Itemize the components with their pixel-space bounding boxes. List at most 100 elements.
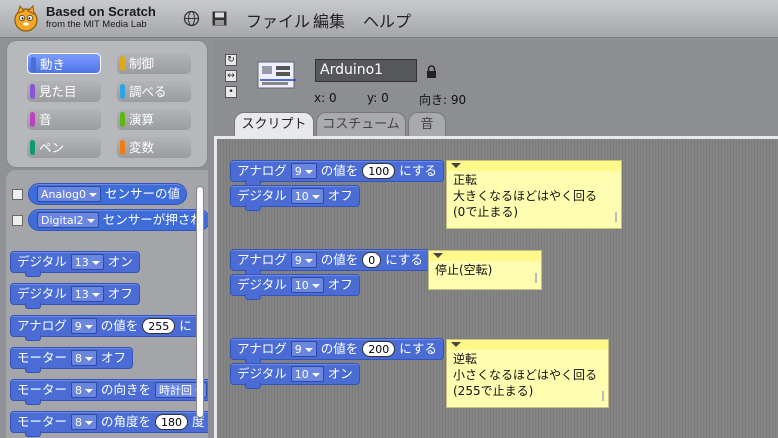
pin-dropdown[interactable]: 8 xyxy=(71,414,98,430)
script-area[interactable]: アナログ 9 の値を 100 にする デジタル 10 オフ 正転 大きくなるほど… xyxy=(214,136,778,438)
block-text: にする xyxy=(399,163,437,178)
block-text: モーター xyxy=(17,350,68,365)
script-digital-block[interactable]: デジタル 10 オン xyxy=(230,363,360,389)
script-analog-block[interactable]: アナログ 9 の値を 200 にする xyxy=(230,338,444,364)
sprite-y: y: 0 xyxy=(367,91,389,105)
tab-sounds[interactable]: 音 xyxy=(408,112,446,136)
category-sound[interactable]: 音 xyxy=(27,109,101,130)
category-control[interactable]: 制御 xyxy=(117,53,191,74)
category-variables[interactable]: 変数 xyxy=(117,137,191,158)
sprite-name-input[interactable]: Arduino1 xyxy=(315,59,417,82)
comment-header xyxy=(447,340,608,350)
menu-edit[interactable]: 編集 xyxy=(313,8,345,32)
palette-motor-off-block[interactable]: モーター 8 オフ xyxy=(10,347,134,373)
pin-dropdown[interactable]: 9 xyxy=(290,163,317,179)
palette-motor-angle-block[interactable]: モーター 8 の角度を 180 度 xyxy=(10,411,208,437)
tab-costumes[interactable]: コスチューム xyxy=(316,112,406,136)
comment-line: 小さくなるほどはやく回る xyxy=(453,368,598,382)
category-swatch xyxy=(120,56,125,71)
comment-header xyxy=(447,161,621,171)
value-input[interactable]: 0 xyxy=(362,252,382,268)
comment-line: 逆転 xyxy=(453,352,478,366)
block-text: デジタル xyxy=(237,366,287,381)
pin-dropdown[interactable]: 8 xyxy=(71,382,98,398)
rotate-style-left-right-icon[interactable]: ↔ xyxy=(225,70,237,82)
rotate-style-none-icon[interactable]: • xyxy=(225,86,237,98)
block-text: センサーの値 xyxy=(105,186,181,201)
comment-collapse-icon[interactable] xyxy=(451,342,461,347)
pin-dropdown[interactable]: 9 xyxy=(70,318,97,334)
sensor-checkbox[interactable] xyxy=(12,215,23,226)
comment-note[interactable]: 停止(空転) xyxy=(428,250,542,290)
block-text: オフ xyxy=(327,277,353,292)
block-text: の角度を xyxy=(101,414,152,429)
script-digital-block[interactable]: デジタル 10 オフ xyxy=(230,274,360,300)
pin-dropdown[interactable]: 9 xyxy=(290,341,317,357)
sensor-dropdown[interactable]: Analog0 xyxy=(37,186,102,202)
comment-note[interactable]: 逆転 小さくなるほどはやく回る (255で止まる) xyxy=(446,339,609,408)
lock-icon[interactable] xyxy=(426,65,437,78)
category-operators[interactable]: 演算 xyxy=(117,109,191,130)
block-palette: Analog0 センサーの値 Digital2 センサーが押され デジタル 13… xyxy=(6,170,208,438)
comment-resize-handle[interactable] xyxy=(615,212,617,222)
category-label: 調べる xyxy=(129,84,167,99)
pin-dropdown[interactable]: 13 xyxy=(70,254,104,270)
block-text: にする xyxy=(399,341,437,356)
script-analog-block[interactable]: アナログ 9 の値を 0 にする xyxy=(230,249,430,275)
palette-analog-sensor-block[interactable]: Analog0 センサーの値 xyxy=(28,183,188,205)
pin-dropdown[interactable]: 10 xyxy=(290,277,324,293)
menu-help[interactable]: ヘルプ xyxy=(363,8,411,32)
category-label: ペン xyxy=(39,140,65,155)
menu-file[interactable]: ファイル xyxy=(246,8,310,32)
comment-line: (0で止まる) xyxy=(453,205,518,219)
comment-note[interactable]: 正転 大きくなるほどはやく回る (0で止まる) xyxy=(446,160,622,229)
comment-header xyxy=(429,251,541,261)
script-digital-block[interactable]: デジタル 10 オフ xyxy=(230,185,360,211)
category-motion[interactable]: 動き xyxy=(27,53,101,74)
pin-dropdown[interactable]: 9 xyxy=(290,252,317,268)
comment-resize-handle[interactable] xyxy=(602,391,604,401)
script-analog-block[interactable]: アナログ 9 の値を 100 にする xyxy=(230,160,444,186)
value-input[interactable]: 200 xyxy=(362,341,396,357)
block-text: モーター xyxy=(17,382,68,397)
rotate-style-all-around-icon[interactable]: ↻ xyxy=(225,54,237,66)
comment-resize-handle[interactable] xyxy=(535,273,537,283)
value-input[interactable]: 100 xyxy=(362,163,396,179)
value-input[interactable]: 180 xyxy=(155,414,189,430)
palette-motor-direction-block[interactable]: モーター 8 の向きを 時計回 xyxy=(10,379,208,405)
category-label: 見た目 xyxy=(39,84,77,99)
sensor-dropdown[interactable]: Digital2 xyxy=(37,212,99,228)
block-text: アナログ xyxy=(237,163,287,178)
palette-digital-on-block[interactable]: デジタル 13 オン xyxy=(10,251,140,277)
block-text: の値を xyxy=(100,318,139,333)
palette-analog-set-block[interactable]: アナログ 9 の値を 255 に xyxy=(10,315,199,341)
globe-icon[interactable] xyxy=(183,10,200,27)
sprite-direction: 向き: 90 xyxy=(419,93,467,107)
category-sensing[interactable]: 調べる xyxy=(117,81,191,102)
pin-dropdown[interactable]: 10 xyxy=(290,366,324,382)
brand-subtitle: from the MIT Media Lab xyxy=(46,19,147,30)
block-text: アナログ xyxy=(17,318,67,333)
comment-line: 大きくなるほどはやく回る xyxy=(453,189,598,203)
tab-scripts[interactable]: スクリプト xyxy=(234,112,314,137)
comment-collapse-icon[interactable] xyxy=(451,163,461,168)
palette-digital-sensor-block[interactable]: Digital2 センサーが押され xyxy=(28,209,208,231)
category-swatch xyxy=(120,112,125,127)
pin-dropdown[interactable]: 13 xyxy=(70,286,104,302)
category-pen[interactable]: ペン xyxy=(27,137,101,158)
block-text: オフ xyxy=(101,350,127,365)
save-icon[interactable] xyxy=(211,10,228,27)
value-input[interactable]: 255 xyxy=(142,318,176,334)
block-text: に xyxy=(179,318,192,333)
category-label: 音 xyxy=(39,112,52,127)
comment-collapse-icon[interactable] xyxy=(433,253,443,258)
pin-dropdown[interactable]: 10 xyxy=(290,188,324,204)
palette-scrollbar[interactable] xyxy=(196,186,204,418)
category-label: 制御 xyxy=(129,56,155,71)
block-text: オフ xyxy=(107,286,133,301)
category-looks[interactable]: 見た目 xyxy=(27,81,101,102)
pin-dropdown[interactable]: 8 xyxy=(71,350,98,366)
block-text: オン xyxy=(327,366,353,381)
sensor-checkbox[interactable] xyxy=(12,189,23,200)
palette-digital-off-block[interactable]: デジタル 13 オフ xyxy=(10,283,140,309)
